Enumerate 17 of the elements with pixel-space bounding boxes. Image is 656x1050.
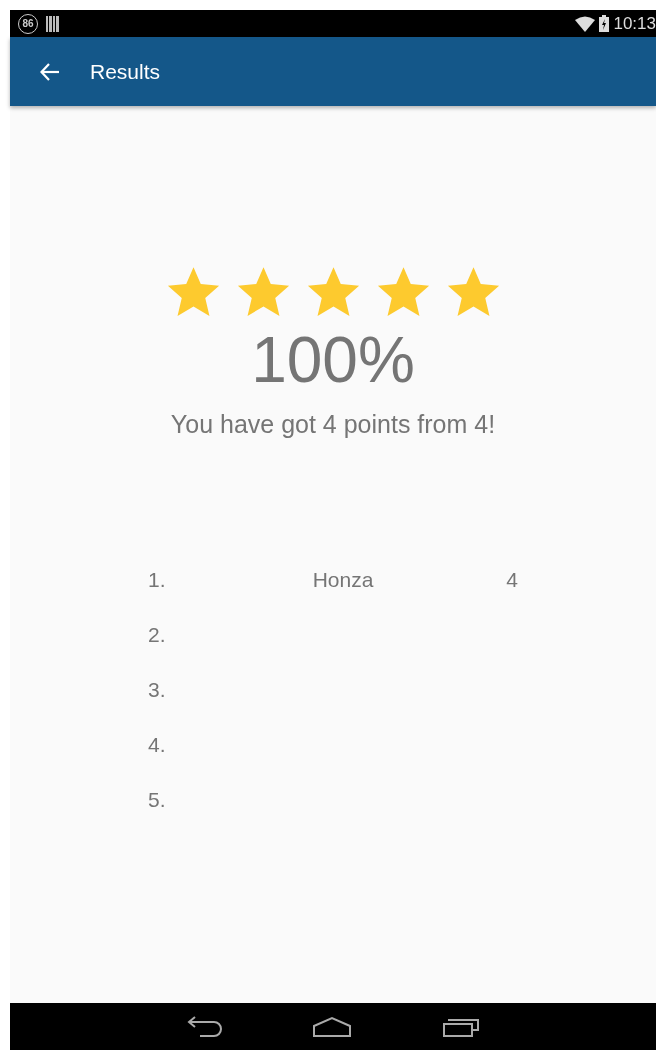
back-icon[interactable] <box>186 1015 222 1038</box>
screen-title: Results <box>90 58 161 85</box>
clock-time: 10:13 <box>613 15 656 32</box>
score-message: You have got 4 points from 4! <box>170 409 496 440</box>
back-arrow-icon[interactable] <box>40 62 60 81</box>
battery-icon <box>599 15 610 32</box>
rank-number: 2. <box>148 621 167 648</box>
player-name: Honza <box>311 566 375 593</box>
rank-number: 3. <box>148 676 167 703</box>
rank-number: 1. <box>148 566 167 593</box>
player-points: 4 <box>505 566 518 593</box>
rank-number: 4. <box>148 731 167 758</box>
wifi-icon <box>575 15 596 32</box>
score-percent: 100% <box>251 328 415 392</box>
barcode-icon <box>46 15 60 32</box>
rank-number: 5. <box>148 786 167 813</box>
home-icon[interactable] <box>312 1015 352 1038</box>
